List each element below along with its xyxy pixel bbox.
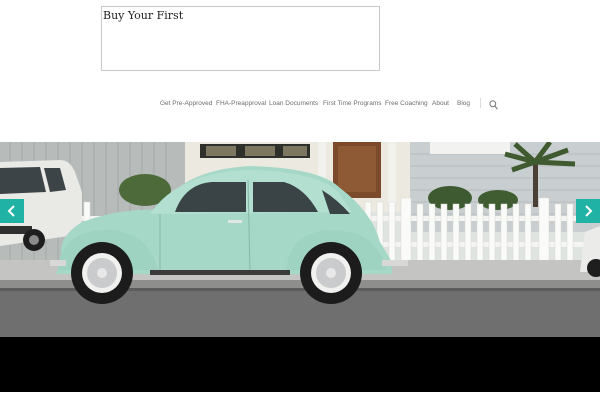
nav-item-first-time-programs[interactable]: First Time Programs — [323, 100, 382, 107]
main-navigation: Get Pre-Approved FHA-Preapproval Loan Do… — [0, 96, 600, 112]
nav-item-get-pre-approved[interactable]: Get Pre-Approved — [160, 100, 212, 107]
nav-item-about[interactable]: About — [432, 100, 449, 107]
slider-next-button[interactable] — [576, 199, 600, 223]
slider-prev-button[interactable] — [0, 199, 24, 223]
slide-caption-area — [0, 337, 600, 392]
chevron-right-icon — [585, 205, 593, 217]
site-title[interactable]: Buy Your First — [103, 9, 183, 22]
nav-item-blog[interactable]: Blog — [457, 100, 470, 107]
nav-item-fha-preapproval[interactable]: FHA-Preapproval — [216, 100, 266, 107]
nav-item-free-coaching[interactable]: Free Coaching — [385, 100, 428, 107]
site-logo[interactable]: Buy Your First — [101, 6, 380, 71]
nav-item-loan-documents[interactable]: Loan Documents — [269, 100, 318, 107]
nav-divider — [480, 98, 481, 108]
slide-image-vintage-car — [0, 142, 600, 337]
hero-slider — [0, 142, 600, 392]
chevron-left-icon — [7, 205, 15, 217]
search-icon[interactable] — [489, 97, 498, 110]
